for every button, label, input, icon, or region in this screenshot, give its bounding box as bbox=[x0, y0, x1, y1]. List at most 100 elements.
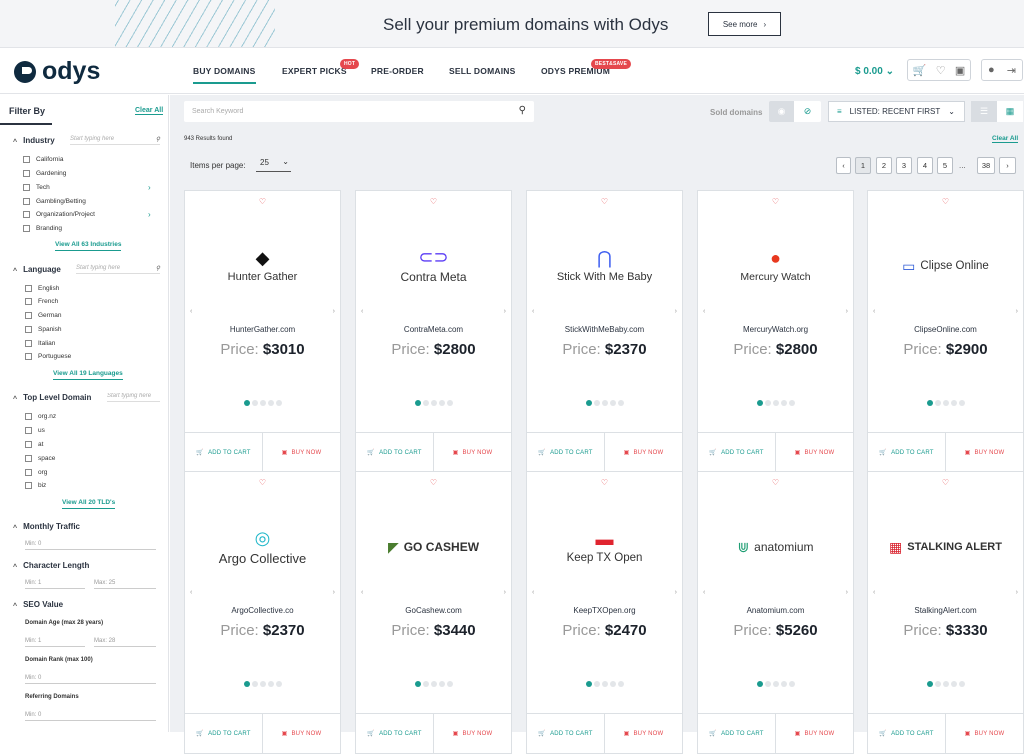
tld-title[interactable]: Top Level Domain bbox=[13, 393, 91, 402]
add-to-cart-button[interactable]: 🛒 ADD TO CART bbox=[185, 433, 263, 472]
carousel-dot[interactable] bbox=[438, 681, 445, 687]
buy-now-button[interactable]: ▣ BUY NOW bbox=[434, 714, 511, 753]
carousel-dot[interactable] bbox=[926, 400, 933, 406]
carousel-prev-icon[interactable]: ‹ bbox=[361, 589, 363, 596]
carousel-dot[interactable] bbox=[780, 681, 787, 687]
add-to-cart-button[interactable]: 🛒 ADD TO CART bbox=[185, 714, 263, 753]
tld-option[interactable]: space bbox=[25, 455, 55, 462]
carousel-next-icon[interactable]: › bbox=[1016, 308, 1018, 315]
chevron-right-icon[interactable]: › bbox=[148, 210, 151, 219]
add-to-cart-button[interactable]: 🛒 ADD TO CART bbox=[868, 433, 946, 472]
domain-name[interactable]: GoCashew.com bbox=[356, 606, 511, 615]
favorite-heart-icon[interactable]: ♡ bbox=[185, 197, 340, 206]
carousel-dot[interactable] bbox=[446, 681, 453, 687]
carousel-dot[interactable] bbox=[430, 681, 437, 687]
buy-now-button[interactable]: ▣ BUY NOW bbox=[263, 433, 340, 472]
domain-card[interactable]: ♡ ◎ Argo Collective ‹ › ArgoCollective.c… bbox=[184, 471, 341, 754]
carousel-dot[interactable] bbox=[243, 400, 250, 406]
buy-now-button[interactable]: ▣ BUY NOW bbox=[776, 433, 853, 472]
logout-icon[interactable]: ⇥ bbox=[1007, 64, 1016, 77]
buy-now-button[interactable]: ▣ BUY NOW bbox=[605, 714, 682, 753]
industry-option[interactable]: Tech bbox=[23, 184, 50, 191]
carousel-next-icon[interactable]: › bbox=[1016, 589, 1018, 596]
carousel-dot[interactable] bbox=[414, 681, 421, 687]
search-input[interactable]: Search Keyword ⚲ bbox=[184, 101, 534, 122]
domain-card[interactable]: ♡ ⊂⊃ Contra Meta ‹ › ContraMeta.com Pric… bbox=[355, 190, 512, 473]
carousel-dot[interactable] bbox=[259, 681, 266, 687]
pagination-page-2[interactable]: 2 bbox=[876, 157, 892, 174]
carousel-prev-icon[interactable]: ‹ bbox=[873, 308, 875, 315]
rank-min-input[interactable]: Min: 0 bbox=[25, 675, 156, 684]
industry-option[interactable]: California bbox=[23, 156, 63, 163]
tld-option[interactable]: us bbox=[25, 427, 45, 434]
nav-sell-domains[interactable]: SELL DOMAINS bbox=[449, 66, 515, 76]
carousel-dot[interactable] bbox=[950, 681, 957, 687]
carousel-prev-icon[interactable]: ‹ bbox=[361, 308, 363, 315]
clear-all-link[interactable]: Clear All bbox=[992, 135, 1019, 143]
language-option[interactable]: French bbox=[25, 298, 58, 305]
domain-name[interactable]: StalkingAlert.com bbox=[868, 606, 1023, 615]
checkbox[interactable] bbox=[25, 455, 32, 462]
checkbox[interactable] bbox=[25, 326, 32, 333]
carousel-dot[interactable] bbox=[275, 400, 282, 406]
checkbox[interactable] bbox=[25, 441, 32, 448]
domain-card[interactable]: ♡ ▦ STALKING ALERT ‹ › StalkingAlert.com… bbox=[867, 471, 1024, 754]
favorite-heart-icon[interactable]: ♡ bbox=[185, 478, 340, 487]
checkbox[interactable] bbox=[25, 312, 32, 319]
domain-card[interactable]: ♡ ⋂ Stick With Me Baby ‹ › StickWithMeBa… bbox=[526, 190, 683, 473]
grid-view-icon[interactable]: ▦ bbox=[997, 101, 1023, 122]
domain-name[interactable]: ContraMeta.com bbox=[356, 325, 511, 334]
domain-card[interactable]: ♡ ⋓ anatomium ‹ › Anatomium.com Price: $… bbox=[697, 471, 854, 754]
favorite-heart-icon[interactable]: ♡ bbox=[527, 478, 682, 487]
favorite-heart-icon[interactable]: ♡ bbox=[527, 197, 682, 206]
checkbox[interactable] bbox=[25, 482, 32, 489]
carousel-dot[interactable] bbox=[958, 400, 965, 406]
carousel-prev-icon[interactable]: ‹ bbox=[873, 589, 875, 596]
carousel-next-icon[interactable]: › bbox=[333, 589, 335, 596]
domain-name[interactable]: Anatomium.com bbox=[698, 606, 853, 615]
favorite-heart-icon[interactable]: ♡ bbox=[868, 197, 1023, 206]
checkbox[interactable] bbox=[23, 156, 30, 163]
box-icon[interactable]: ▣ bbox=[955, 64, 965, 77]
carousel-next-icon[interactable]: › bbox=[846, 308, 848, 315]
carousel-dot[interactable] bbox=[422, 681, 429, 687]
carousel-dot[interactable] bbox=[788, 681, 795, 687]
checkbox[interactable] bbox=[23, 170, 30, 177]
carousel-dot[interactable] bbox=[414, 400, 421, 406]
add-to-cart-button[interactable]: 🛒 ADD TO CART bbox=[698, 433, 776, 472]
carousel-prev-icon[interactable]: ‹ bbox=[703, 589, 705, 596]
carousel-prev-icon[interactable]: ‹ bbox=[532, 308, 534, 315]
add-to-cart-button[interactable]: 🛒 ADD TO CART bbox=[527, 433, 605, 472]
pagination-page-5[interactable]: 5 bbox=[937, 157, 953, 174]
pagination-next[interactable]: › bbox=[999, 157, 1016, 174]
nav-buy-domains[interactable]: BUY DOMAINS bbox=[193, 66, 256, 84]
carousel-dot[interactable] bbox=[780, 400, 787, 406]
carousel-prev-icon[interactable]: ‹ bbox=[190, 589, 192, 596]
carousel-dot[interactable] bbox=[764, 681, 771, 687]
carousel-dot[interactable] bbox=[601, 681, 608, 687]
buy-now-button[interactable]: ▣ BUY NOW bbox=[946, 433, 1023, 472]
language-option[interactable]: German bbox=[25, 312, 61, 319]
checkbox[interactable] bbox=[25, 285, 32, 292]
domain-name[interactable]: StickWithMeBaby.com bbox=[527, 325, 682, 334]
carousel-prev-icon[interactable]: ‹ bbox=[703, 308, 705, 315]
domain-card[interactable]: ♡ ▬ Keep TX Open ‹ › KeepTXOpen.org Pric… bbox=[526, 471, 683, 754]
carousel-dot[interactable] bbox=[926, 681, 933, 687]
carousel-dot[interactable] bbox=[585, 400, 592, 406]
checkbox[interactable] bbox=[25, 427, 32, 434]
buy-now-button[interactable]: ▣ BUY NOW bbox=[946, 714, 1023, 753]
carousel-dot[interactable] bbox=[942, 400, 949, 406]
carousel-dot[interactable] bbox=[267, 400, 274, 406]
carousel-dot[interactable] bbox=[617, 400, 624, 406]
carousel-dot[interactable] bbox=[251, 400, 258, 406]
carousel-dot[interactable] bbox=[609, 681, 616, 687]
carousel-dot[interactable] bbox=[593, 681, 600, 687]
monthly-traffic-title[interactable]: Monthly Traffic bbox=[13, 522, 80, 531]
carousel-dot[interactable] bbox=[934, 681, 941, 687]
industry-search-input[interactable]: Start typing here ⚲ bbox=[70, 136, 160, 145]
carousel-dot[interactable] bbox=[934, 400, 941, 406]
carousel-prev-icon[interactable]: ‹ bbox=[190, 308, 192, 315]
age-min-input[interactable]: Min: 1 bbox=[25, 638, 85, 647]
checkbox[interactable] bbox=[23, 184, 30, 191]
pagination-page-4[interactable]: 4 bbox=[917, 157, 933, 174]
